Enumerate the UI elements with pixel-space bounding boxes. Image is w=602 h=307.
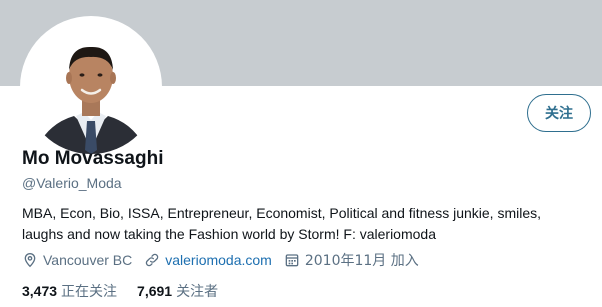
followers-count: 7,691 — [137, 283, 173, 299]
avatar[interactable] — [20, 16, 162, 158]
following-count: 3,473 — [22, 283, 58, 299]
follow-button[interactable]: 关注 — [527, 94, 591, 132]
joined-text: 2010年11月 加入 — [304, 253, 419, 269]
avatar-photo — [24, 20, 158, 154]
link-icon — [146, 253, 159, 267]
followers-stat[interactable]: 7,691 关注者 — [137, 281, 218, 301]
location-text: Vancouver BC — [43, 252, 133, 268]
followers-label: 关注者 — [176, 284, 219, 300]
calendar-icon — [285, 254, 299, 267]
bio-line: MBA, Econ, Bio, ISSA, Entrepreneur, Econ… — [22, 205, 542, 221]
profile-stats: 3,473 正在关注 7,691 关注者 — [22, 281, 238, 301]
location-pin-icon — [24, 252, 36, 268]
profile-joined: 2010年11月 加入 — [284, 250, 419, 270]
following-label: 正在关注 — [61, 284, 118, 300]
following-stat[interactable]: 3,473 正在关注 — [22, 281, 117, 301]
profile-name: Mo Movassaghi — [22, 148, 164, 169]
profile-bio: MBA, Econ, Bio, ISSA, Entrepreneur, Econ… — [22, 203, 594, 245]
profile-meta: Vancouver BC valeriomoda.com 2010年11月 加入 — [22, 250, 431, 270]
bio-line: laughs and now taking the Fashion world … — [22, 226, 436, 242]
profile-website[interactable]: valeriomoda.com — [144, 252, 272, 268]
website-link[interactable]: valeriomoda.com — [165, 252, 272, 268]
profile-location: Vancouver BC — [22, 252, 132, 268]
profile-handle: @Valerio_Moda — [22, 175, 122, 191]
